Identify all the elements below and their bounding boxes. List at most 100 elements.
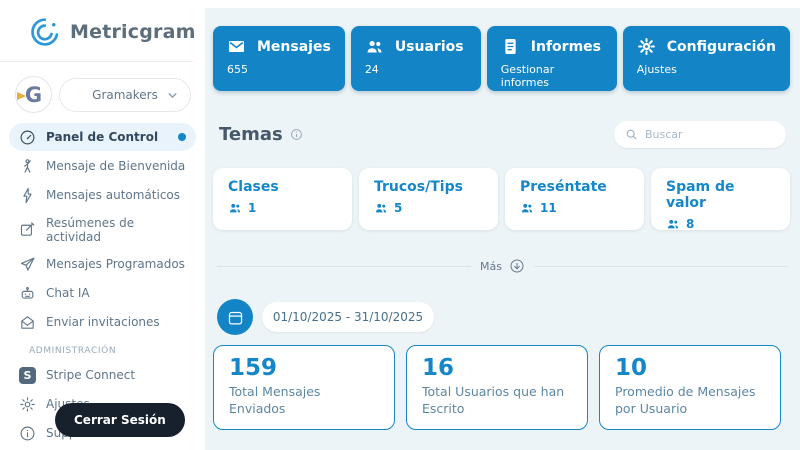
users-icon: [228, 201, 242, 215]
stat-label: Total Mensajes Enviados: [229, 384, 379, 418]
stat-value: 159: [229, 355, 379, 381]
calendar-button[interactable]: [217, 299, 253, 335]
topics-header-row: Temas: [219, 121, 786, 148]
lightning-icon: [19, 187, 36, 204]
more-button[interactable]: Más: [480, 258, 525, 274]
users-icon: [666, 217, 680, 231]
topic-count: 5: [394, 201, 402, 215]
circle-arrow-down-icon: [509, 258, 525, 274]
sidebar-item-mensaje-de-bienvenida[interactable]: Mensaje de Bienvenida: [9, 152, 196, 180]
users-icon: [365, 37, 384, 56]
date-range-field[interactable]: 01/10/2025 - 31/10/2025: [262, 302, 434, 332]
topic-count: 11: [540, 201, 557, 215]
envelope-open-icon: [19, 314, 36, 331]
topic-title: Preséntate: [520, 179, 629, 195]
quick-card-title: Usuarios: [395, 39, 464, 55]
topic-title: Trucos/Tips: [374, 179, 483, 195]
stat-card-total-mensajes: 159 Total Mensajes Enviados: [213, 345, 395, 430]
quick-card-title: Mensajes: [257, 39, 331, 55]
sidebar-item-label: Mensaje de Bienvenida: [46, 159, 185, 173]
gear-icon: [637, 37, 656, 56]
topic-title: Spam de valor: [666, 179, 775, 211]
workspace-dropdown[interactable]: Gramakers: [59, 78, 191, 112]
sidebar-item-stripe-connect[interactable]: S Stripe Connect: [9, 361, 196, 389]
users-icon: [374, 201, 388, 215]
sidebar-item-label: Mensajes Programados: [46, 257, 185, 271]
robot-icon: [19, 285, 36, 302]
sidebar-item-mensajes-automaticos[interactable]: Mensajes automáticos: [9, 181, 196, 209]
stat-label: Total Usuarios que han Escrito: [422, 384, 572, 418]
sidebar-item-resumenes-de-actividad[interactable]: Resúmenes de actividad: [9, 210, 196, 249]
sidebar-item-label: Mensajes automáticos: [46, 188, 180, 202]
stats-row: 159 Total Mensajes Enviados 16 Total Usu…: [213, 345, 790, 430]
search-icon: [625, 128, 638, 141]
chevron-down-icon: [166, 89, 179, 102]
app-title: Metricgram: [70, 21, 196, 43]
more-divider: Más: [217, 258, 788, 274]
search-box: [614, 121, 786, 148]
topic-card-clases[interactable]: Clases 1: [213, 168, 352, 230]
workspace-avatar: G: [15, 76, 52, 113]
sidebar-nav: Panel de Control Mensaje de Bienvenida M…: [0, 123, 205, 447]
sidebar-item-mensajes-programados[interactable]: Mensajes Programados: [9, 250, 196, 278]
info-icon: [19, 425, 36, 442]
app-logo: Metricgram: [0, 13, 193, 62]
sidebar-item-label: Chat IA: [46, 286, 90, 300]
calendar-icon: [227, 309, 244, 326]
quick-card-title: Informes: [531, 39, 601, 55]
gear-icon: [19, 396, 36, 413]
topic-card-presentate[interactable]: Preséntate 11: [505, 168, 644, 230]
quick-cards-row: Mensajes 655 Usuarios 24 Infor: [213, 26, 790, 91]
envelope-icon: [227, 37, 246, 56]
metricgram-swirl-icon: [27, 15, 61, 49]
sidebar: Metricgram G Gramakers Panel de Control …: [0, 0, 205, 450]
stat-value: 16: [422, 355, 572, 381]
more-label: Más: [480, 260, 502, 273]
quick-card-usuarios[interactable]: Usuarios 24: [351, 26, 481, 91]
gauge-icon: [19, 129, 36, 146]
divider-line: [217, 266, 471, 267]
quick-card-informes[interactable]: Informes Gestionar informes: [487, 26, 617, 91]
quick-card-value: 655: [227, 63, 331, 76]
stat-card-promedio-mensajes: 10 Promedio de Mensajes por Usuario: [599, 345, 781, 430]
users-icon: [520, 201, 534, 215]
search-input[interactable]: [645, 128, 775, 141]
admin-section-label: ADMINISTRACIÓN: [9, 337, 196, 361]
quick-card-value: 24: [365, 63, 467, 76]
topics-title: Temas: [219, 124, 303, 145]
topic-card-spam-de-valor[interactable]: Spam de valor 8: [651, 168, 790, 230]
stripe-icon: S: [19, 367, 36, 384]
workspace-selector: G Gramakers: [0, 72, 205, 123]
compose-icon: [19, 221, 36, 238]
stat-label: Promedio de Mensajes por Usuario: [615, 384, 765, 418]
sidebar-item-enviar-invitaciones[interactable]: Enviar invitaciones: [9, 308, 196, 336]
stat-card-total-usuarios: 16 Total Usuarios que han Escrito: [406, 345, 588, 430]
workspace-name: Gramakers: [92, 88, 158, 102]
quick-card-mensajes[interactable]: Mensajes 655: [213, 26, 345, 91]
sidebar-item-label: Stripe Connect: [46, 368, 135, 382]
report-icon: [501, 37, 520, 56]
paper-plane-icon: [19, 256, 36, 273]
sidebar-item-label: Enviar invitaciones: [46, 315, 160, 329]
quick-card-value: Gestionar informes: [501, 63, 603, 89]
sidebar-item-label: Resúmenes de actividad: [46, 216, 186, 244]
quick-card-title: Configuración: [667, 39, 776, 55]
date-filter-row: 01/10/2025 - 31/10/2025: [217, 299, 790, 335]
logout-button[interactable]: Cerrar Sesión: [55, 403, 185, 437]
sidebar-item-panel-de-control[interactable]: Panel de Control: [9, 123, 196, 151]
quick-card-configuracion[interactable]: Configuración Ajustes: [623, 26, 790, 91]
avatar-arrow-icon: [17, 92, 26, 100]
stat-value: 10: [615, 355, 765, 381]
topic-title: Clases: [228, 179, 337, 195]
topic-card-trucos-tips[interactable]: Trucos/Tips 5: [359, 168, 498, 230]
info-icon[interactable]: [290, 128, 303, 141]
greeting-person-icon: [19, 158, 36, 175]
sidebar-item-label: Panel de Control: [46, 130, 158, 144]
main-area: Mensajes 655 Usuarios 24 Infor: [205, 0, 800, 450]
active-indicator-dot: [178, 133, 186, 141]
dashboard-panel: Mensajes 655 Usuarios 24 Infor: [205, 8, 800, 450]
divider-line: [534, 266, 788, 267]
avatar-letter: G: [25, 83, 42, 107]
sidebar-item-chat-ia[interactable]: Chat IA: [9, 279, 196, 307]
topic-cards-row: Clases 1 Trucos/Tips 5 Presént: [213, 168, 790, 230]
